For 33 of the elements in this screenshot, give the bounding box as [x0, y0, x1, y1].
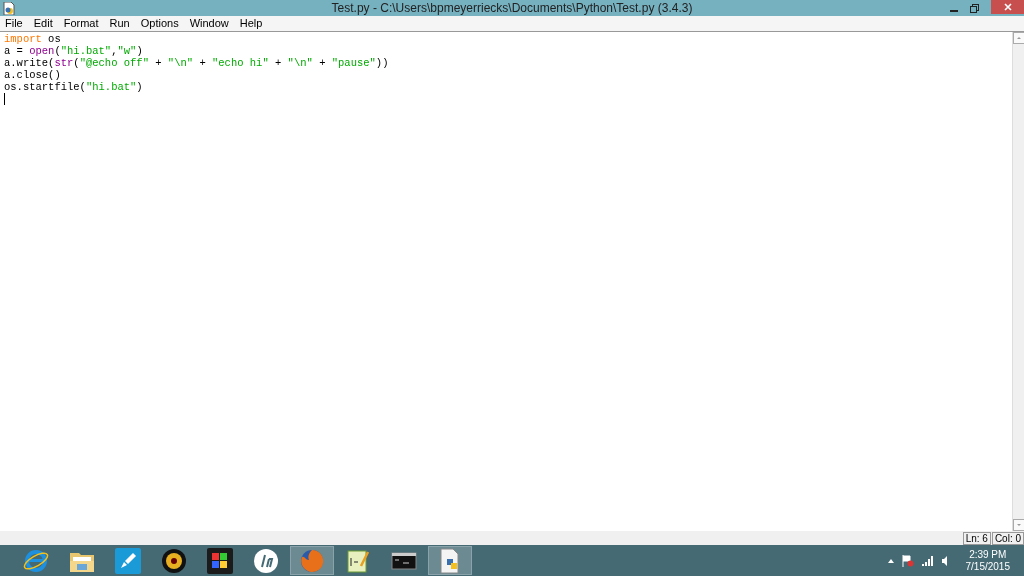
- code-line: a.write(str("@echo off" + "\n" + "echo hi" + "\n" + "pause")): [4, 57, 390, 69]
- show-hidden-icons-icon[interactable]: [887, 558, 894, 563]
- menu-item[interactable]: Window: [189, 15, 229, 32]
- menu-item[interactable]: Edit: [33, 15, 53, 32]
- menu-item[interactable]: File: [5, 15, 23, 32]
- speaker-icon[interactable]: [941, 555, 950, 566]
- close-button[interactable]: [991, 0, 1024, 14]
- puzzle-icon: [207, 547, 233, 574]
- menu-item[interactable]: Run: [109, 15, 130, 32]
- menu-item[interactable]: Options: [140, 15, 179, 32]
- firefox-icon: [299, 547, 325, 574]
- code-line: a = open("hi.bat","w"): [4, 45, 144, 57]
- menu-item[interactable]: Help: [239, 15, 263, 32]
- code-line: os.startfile("hi.bat"): [4, 81, 144, 93]
- code-editor[interactable]: import os a = open("hi.bat","w") a.write(str("@echo off" + "\n" + "echo hi" + "\n" + "pause")) a.close() os.startfile("hi.bat"): [0, 32, 1012, 531]
- code-line: import os: [4, 33, 62, 45]
- column-status: Col: 0: [991, 531, 1024, 545]
- notepad-icon: [345, 547, 371, 574]
- internet-explorer-icon: [23, 547, 49, 574]
- signal-icon[interactable]: [921, 555, 934, 566]
- flag-icon[interactable]: [901, 554, 914, 567]
- date-text: 7/15/2015: [965, 560, 1010, 573]
- menu-item[interactable]: Format: [63, 15, 99, 32]
- line-number-status: Ln: 6: [962, 531, 991, 545]
- close-icon: [1003, 3, 1012, 11]
- time-text: 2:39 PM: [969, 548, 1007, 561]
- document-icon[interactable]: [3, 1, 15, 15]
- window-title: Test.py - C:\Users\bpmeyerriecks\Documents\Python\Test.py (3.4.3): [331, 2, 693, 14]
- restore-icon[interactable]: [970, 3, 979, 13]
- code-line: a.close(): [4, 69, 62, 81]
- speaker-icon: [161, 547, 187, 574]
- clock[interactable]: 2:39 PM 7/15/2015: [965, 548, 1010, 573]
- text-cursor: [4, 93, 5, 105]
